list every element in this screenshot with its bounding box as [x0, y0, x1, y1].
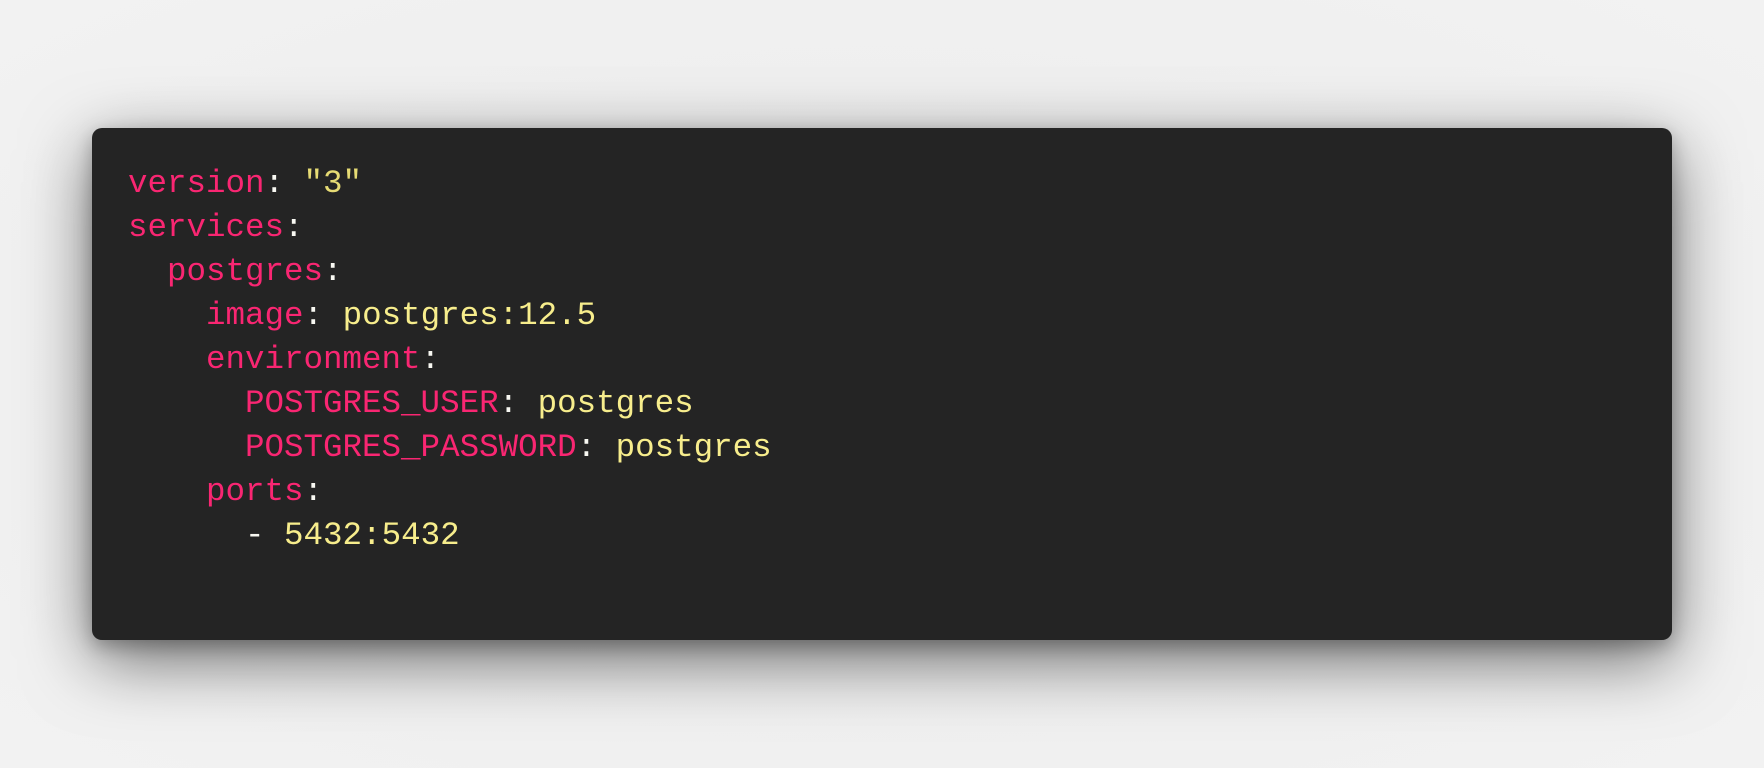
- code-line-environment: environment:: [128, 338, 1636, 382]
- code-line-ports: ports:: [128, 470, 1636, 514]
- yaml-value: postgres: [537, 385, 694, 422]
- yaml-separator: :: [498, 385, 538, 422]
- yaml-separator: :: [420, 341, 441, 378]
- code-line-services: services:: [128, 206, 1636, 250]
- yaml-separator: :: [576, 429, 616, 466]
- code-line-version: version: "3": [128, 162, 1636, 206]
- yaml-separator: :: [264, 165, 304, 202]
- code-line-port-mapping: - 5432:5432: [128, 514, 1636, 558]
- yaml-list-dash: -: [245, 517, 285, 554]
- yaml-key: ports: [206, 473, 304, 510]
- code-line-postgres-user: POSTGRES_USER: postgres: [128, 382, 1636, 426]
- yaml-separator: :: [284, 209, 304, 246]
- yaml-key: POSTGRES_USER: [245, 385, 499, 422]
- yaml-key: services: [128, 209, 285, 246]
- yaml-separator: :: [303, 473, 324, 510]
- yaml-key: POSTGRES_PASSWORD: [245, 429, 577, 466]
- code-snippet-window: version: "3" services: postgres: image: p…: [92, 128, 1672, 640]
- yaml-separator: :: [303, 297, 343, 334]
- yaml-value: 5432:5432: [284, 517, 460, 554]
- yaml-code-block: version: "3" services: postgres: image: p…: [128, 162, 1636, 558]
- yaml-value: postgres:12.5: [342, 297, 597, 334]
- yaml-key: postgres: [167, 253, 324, 290]
- yaml-value: postgres: [615, 429, 772, 466]
- yaml-key: environment: [206, 341, 421, 378]
- code-line-postgres-password: POSTGRES_PASSWORD: postgres: [128, 426, 1636, 470]
- yaml-separator: :: [323, 253, 343, 290]
- yaml-key: version: [128, 165, 265, 202]
- yaml-key: image: [206, 297, 304, 334]
- code-line-postgres: postgres:: [128, 250, 1636, 294]
- yaml-value: "3": [303, 165, 363, 202]
- page-background: version: "3" services: postgres: image: p…: [0, 0, 1764, 768]
- code-line-image: image: postgres:12.5: [128, 294, 1636, 338]
